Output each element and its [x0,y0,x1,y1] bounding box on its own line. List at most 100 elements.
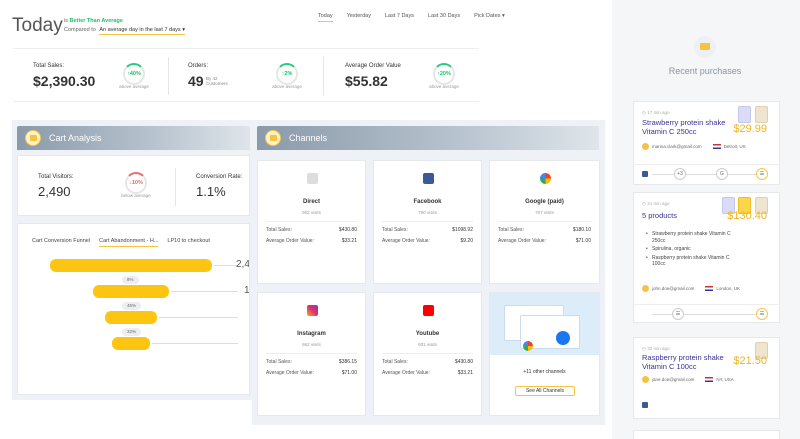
tab-pick-dates[interactable]: Pick Dates ▾ [474,13,505,22]
list-item: Raspberry protein shake Vitamin C 100cc [646,255,736,268]
gauge-pct: ↑20% [429,71,459,77]
funnel-step-rate: 32% [122,328,142,336]
google-icon: G [716,168,728,180]
channel-visits: 601 visits [418,342,437,347]
tab-last-30-days[interactable]: Last 30 Days [428,13,460,22]
sales-value: $1098.92 [452,227,473,233]
flag-icon [705,377,714,382]
compare-value: An average day in the last 7 days [99,27,181,33]
receipt-icon[interactable]: ☰ [756,308,768,320]
status-value: Better Than Average [69,18,123,24]
channels-title: Channels [289,133,328,143]
other-channels-text: +11 other channels [523,369,566,375]
channel-card-instagram[interactable]: Instagram 662 visits Total Sales: $386.15… [257,292,366,416]
purchase-card[interactable]: ◷ 21 min ago 5 products $130.40 Strawber… [633,192,780,323]
channel-name: Facebook [413,199,442,205]
aov-value: $33.21 [341,238,357,244]
tab-last-7-days[interactable]: Last 7 Days [385,13,414,22]
purchase-card[interactable]: ◷ 32 min ago Raspberry protein shake Vit… [633,337,780,419]
tab-cart-conversion-funnel[interactable]: Cart Conversion Funnel [32,238,90,247]
cart-visitors-card: Total Visitors: 2,490 ↓10% below average… [17,155,250,216]
gauge: ↑20% above average [429,63,459,91]
conversion-value: 1.1% [196,184,226,199]
gauge: ↑40% above average [119,63,149,91]
compare-select[interactable]: An average day in the last 7 days ▾ [99,27,185,35]
sales-value: $386.15 [338,359,357,365]
tab-yesterday[interactable]: Yesterday [347,13,371,22]
channel-aov-row: Average Order Value: $9.20 [382,238,473,244]
google-icon [523,341,533,351]
purchase-card[interactable]: ◷ 17 min ago Strawberry protein shake Vi… [633,101,780,185]
kpi-label: Orders: [188,63,209,69]
status-line: is Better Than Average [64,18,123,24]
funnel-bar [111,337,151,350]
gauge-caption: above average [272,84,302,89]
tab-cart-abandonment[interactable]: Cart Abandonment - H... [99,238,159,247]
direct-icon [306,173,318,184]
avatar [642,143,649,150]
aov-label: Average Order Value: [498,238,546,244]
see-all-channels-button[interactable]: See All Channels [515,386,575,396]
facebook-icon [642,402,648,408]
purchase-title: Raspberry protein shake Vitamin C 100cc [642,353,724,371]
kpi-row: Total Sales: $2,390.30 ↑40% above averag… [13,48,479,102]
user-email: jane.doe@gmail.com [652,377,695,382]
purchase-items: Strawberry protein shake Vitamin C 250cc… [646,231,736,270]
google-icon [539,173,551,184]
channel-card-youtube[interactable]: Youtube 601 visits Total Sales: $430.80 A… [373,292,482,416]
purchase-title-line: Vitamin C 250cc [642,127,697,136]
divider [498,221,591,222]
customer-journey [634,396,779,414]
funnel-bar [105,311,157,324]
clock-icon: ◷ [642,346,646,351]
aov-value: $33.21 [457,370,473,376]
youtube-icon [422,305,434,316]
sales-value: $180.10 [572,227,591,233]
sales-label: Total Sales: [382,227,408,233]
sales-value: $430.80 [454,359,473,365]
purchase-card[interactable] [633,430,780,439]
channels-header: Channels [257,126,599,150]
channel-sales-row: Total Sales: $430.80 [266,227,357,233]
tab-lp10-to-checkout[interactable]: LP10 to checkout [167,238,210,247]
journey-line [652,314,761,315]
avatar [642,376,649,383]
kpi-sub: By 42 Customers [206,76,228,86]
funnel-step-rate: 45% [122,302,142,310]
product-thumbnail [738,106,751,123]
gauge-pct: ↑40% [119,71,149,77]
purchase-time: ◷ 17 min ago [642,110,669,116]
aov-label: Average Order Value: [382,238,430,244]
user-location: Detroit, US [723,144,746,149]
channel-sales-row: Total Sales: $180.10 [498,227,591,233]
sales-label: Total Sales: [266,359,292,365]
visitors-value: 2,490 [38,184,71,199]
channel-visits: 707 visits [535,210,554,215]
gauge-pct-value: 20% [439,71,451,77]
channel-card-direct[interactable]: Direct 952 visits Total Sales: $430.80 Av… [257,160,366,284]
purchase-title-line: Raspberry protein shake [642,353,724,362]
channel-card-google[interactable]: Google (paid) 707 visits Total Sales: $18… [489,160,600,284]
visitors-gauge: ↓10% below average [121,172,151,200]
purchase-time-value: 32 min ago [647,346,670,351]
purchase-title: Strawberry protein shake Vitamin C 250cc [642,118,725,136]
gauge-pct: ↑2% [272,71,302,77]
gauge-pct-value: 40% [129,71,141,77]
instagram-icon [306,305,318,316]
sales-label: Total Sales: [498,227,524,233]
receipt-icon[interactable]: ☰ [756,168,768,180]
receipt-icon[interactable]: ☰ [672,308,684,320]
funnel-guide-line [152,343,238,344]
divider [266,353,357,354]
channel-aov-row: Average Order Value: $33.21 [382,370,473,376]
channel-sales-row: Total Sales: $386.15 [266,359,357,365]
list-item: Strawberry protein shake Vitamin C 250cc [646,231,736,244]
avatar [642,285,649,292]
channel-name: Instagram [297,331,326,337]
recent-purchases-title: Recent purchases [668,66,742,76]
cart-analysis-header: Cart Analysis [17,126,250,150]
sales-label: Total Sales: [382,359,408,365]
journey-count-node[interactable]: +3 [674,168,686,180]
channel-card-facebook[interactable]: Facebook 790 visits Total Sales: $1098.92… [373,160,482,284]
tab-today[interactable]: Today [318,13,333,22]
